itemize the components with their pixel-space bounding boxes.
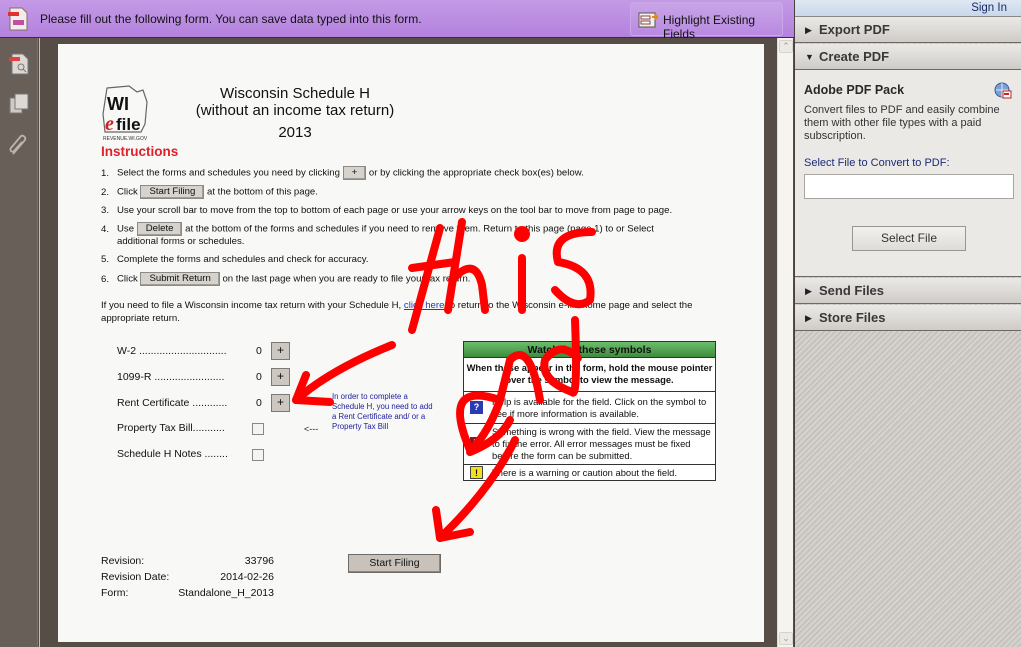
warning-symbol-icon: !	[470, 466, 483, 479]
scroll-up-button[interactable]: ⌃	[779, 40, 793, 53]
left-navigation-pane	[0, 38, 40, 647]
title-line-1: Wisconsin Schedule H	[219, 85, 371, 102]
revision-value: 33796	[244, 555, 274, 567]
step-6: 6. Click Submit Return on the last page w…	[101, 272, 471, 286]
revision-label: Revision:	[101, 555, 145, 567]
pages-icon[interactable]	[7, 92, 31, 116]
collapsed-triangle-icon: ▶	[805, 286, 812, 296]
create-pdf-section-header[interactable]: ▼ Create PDF	[795, 44, 1021, 70]
svg-text:file: file	[116, 115, 141, 134]
add-1099r-button[interactable]: +	[271, 368, 290, 386]
1099r-count: 0	[256, 371, 262, 383]
add-rent-certificate-button[interactable]: +	[271, 394, 290, 412]
symbols-legend-header: Watch for these symbols	[464, 342, 715, 358]
form-label: Form:	[101, 587, 129, 599]
form-row-1099r-label: 1099-R ........................	[117, 371, 225, 383]
w2-count: 0	[256, 345, 262, 357]
inline-submit-return-button[interactable]: Submit Return	[140, 272, 220, 286]
export-pdf-section-header[interactable]: ▶ Export PDF	[795, 17, 1021, 43]
form-row-property-tax-bill-label: Property Tax Bill...........	[117, 422, 225, 434]
highlight-fields-label: Highlight Existing Fields	[663, 13, 756, 41]
add-form-plus-button[interactable]: +	[342, 166, 367, 180]
schedule-h-requirement-note: In order to complete a Schedule H, you n…	[332, 392, 433, 431]
step-5: 5. Complete the forms and schedules and c…	[101, 254, 369, 265]
adobe-pdf-pack-title: Adobe PDF Pack	[804, 83, 905, 97]
inline-delete-button[interactable]: Delete	[136, 222, 183, 236]
form-document-icon	[8, 7, 28, 31]
form-row-schedule-h-notes-label: Schedule H Notes ........	[117, 448, 228, 460]
step-4-continued: additional forms or schedules.	[117, 236, 245, 247]
select-file-label: Select File to Convert to PDF:	[804, 157, 950, 169]
step-1: 1. Select the forms and schedules you nee…	[101, 166, 584, 180]
acrobat-window: Please fill out the following form. You …	[0, 0, 1021, 647]
symbols-legend-intro: When these appear in the form, hold the …	[464, 358, 715, 392]
symbol-row-help: ? Help is available for the field. Click…	[464, 392, 715, 424]
adobe-pdf-pack-description: Convert files to PDF and easily combine …	[804, 104, 1000, 142]
store-files-section-header[interactable]: ▶ Store Files	[795, 305, 1021, 331]
form-notification-bar: Please fill out the following form. You …	[0, 0, 794, 41]
highlight-existing-fields-button[interactable]: Highlight Existing Fields	[630, 2, 783, 41]
attachments-icon[interactable]	[7, 134, 31, 158]
create-pdf-section-body: Adobe PDF Pack Convert files to PDF and …	[795, 70, 1021, 277]
svg-text:REVENUE.WI.GOV: REVENUE.WI.GOV	[103, 136, 148, 142]
form-value: Standalone_H_2013	[178, 587, 274, 599]
send-files-section-header[interactable]: ▶ Send Files	[795, 278, 1021, 304]
select-file-input[interactable]	[804, 174, 1014, 199]
svg-text:e: e	[105, 113, 114, 135]
collapsed-triangle-icon: ▶	[805, 313, 812, 323]
scroll-down-button[interactable]: ⌄	[779, 632, 793, 645]
revision-date-label: Revision Date:	[101, 571, 170, 583]
note-arrow: <---	[304, 424, 319, 434]
tools-panel: Sign In ▶ Export PDF ▼ Create PDF Adobe …	[794, 0, 1021, 647]
rent-certificate-count: 0	[256, 397, 262, 409]
instructions-heading: Instructions	[101, 144, 179, 159]
form-row-rent-certificate-label: Rent Certificate ............	[117, 397, 228, 409]
step-3: 3. Use your scroll bar to move from the t…	[101, 205, 673, 216]
collapsed-triangle-icon: ▶	[805, 25, 812, 35]
page-thumbnails-icon[interactable]	[7, 52, 31, 76]
symbols-legend-box: Watch for these symbols When these appea…	[463, 341, 716, 481]
symbol-row-warning: ! There is a warning or caution about th…	[464, 465, 715, 481]
symbol-row-error: X Something is wrong with the field. Vie…	[464, 424, 715, 465]
inline-start-filing-button[interactable]: Start Filing	[140, 185, 205, 199]
select-file-button[interactable]: Select File	[852, 226, 966, 251]
form-row-w2-label: W-2 ..............................	[117, 345, 227, 357]
logo-wi-text: WI	[107, 94, 129, 114]
adobe-online-globe-icon[interactable]	[994, 82, 1012, 100]
schedule-h-notes-checkbox[interactable]	[252, 449, 264, 461]
help-symbol-icon: ?	[470, 401, 483, 414]
sign-in-bar: Sign In	[795, 0, 1021, 17]
title-line-2: (without an income tax return)	[195, 102, 395, 119]
click-here-link[interactable]: click here	[404, 300, 445, 311]
sign-in-link[interactable]: Sign In	[971, 2, 1007, 14]
document-title: Wisconsin Schedule H (without an income …	[160, 85, 430, 141]
revision-date-value: 2014-02-26	[220, 571, 274, 583]
form-message: Please fill out the following form. You …	[40, 12, 422, 26]
step-2: 2. Click Start Filing at the bottom of th…	[101, 185, 318, 199]
error-symbol-icon: X	[470, 437, 483, 450]
expanded-triangle-icon: ▼	[805, 52, 814, 62]
step-4: 4. Use Delete at the bottom of the forms …	[101, 222, 654, 236]
add-w2-button[interactable]: +	[271, 342, 290, 360]
title-year: 2013	[278, 124, 312, 141]
document-vertical-scrollbar[interactable]: ⌃ ⌄	[777, 38, 793, 647]
property-tax-bill-checkbox[interactable]	[252, 423, 264, 435]
wi-efile-logo: WI e file REVENUE.WI.GOV	[102, 85, 148, 142]
highlight-fields-icon	[638, 12, 659, 28]
start-filing-button[interactable]: Start Filing	[348, 554, 441, 573]
income-tax-return-paragraph: If you need to file a Wisconsin income t…	[101, 300, 693, 324]
